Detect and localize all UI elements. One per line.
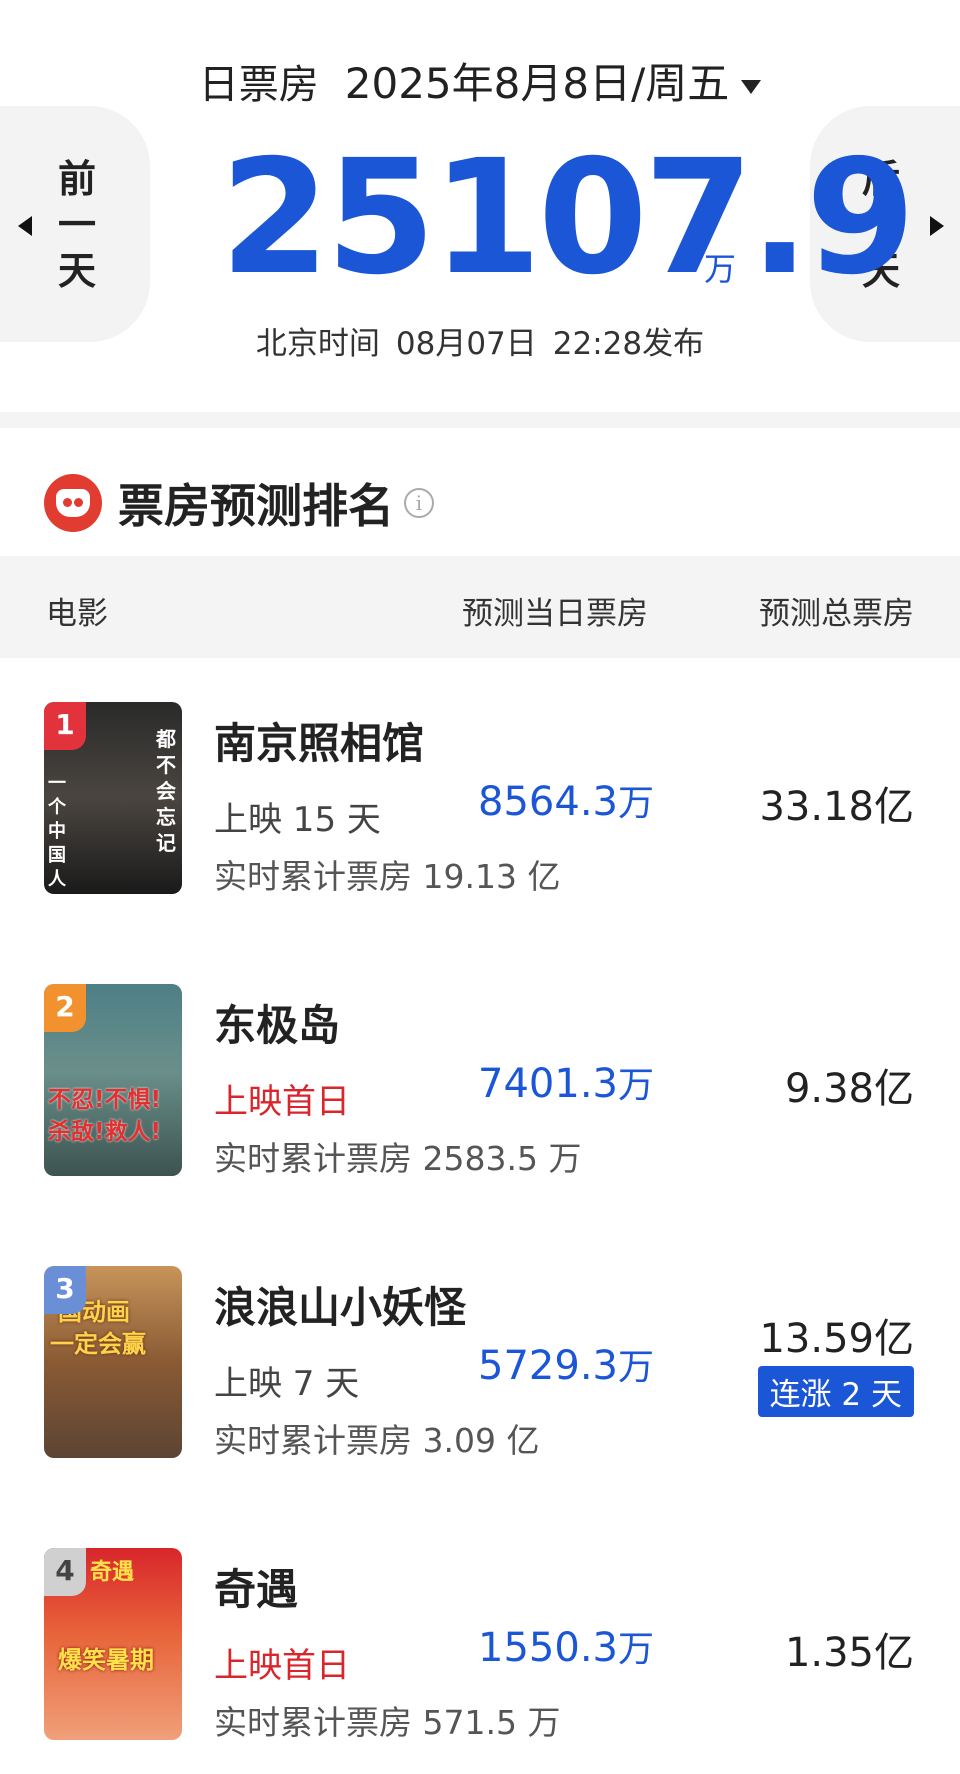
predicted-today: 7401.3万: [478, 1056, 654, 1108]
release-days: 上映 7 天: [214, 1364, 360, 1404]
rank-badge: 3: [44, 1266, 86, 1314]
cumulative-box-office: 实时累计票房 571.5 万: [214, 1703, 561, 1742]
movie-poster: 奇遇 爆笑暑期 4: [44, 1548, 182, 1740]
maoyan-cat-logo-icon: [44, 474, 102, 532]
col-today: 预测当日票房: [462, 596, 648, 632]
today-unit: 万: [617, 1065, 654, 1106]
predicted-today: 5729.3万: [478, 1338, 654, 1390]
movie-row[interactable]: 不忍!不惧! 杀敌!救人! 2 东极岛 上映首日 实时累计票房 2583.5 万…: [0, 984, 960, 1184]
publish-prefix: 北京时间: [255, 326, 380, 362]
prev-day-char: 前: [58, 157, 97, 201]
date-selector[interactable]: 日票房 2025年8月8日/周五: [0, 50, 960, 111]
today-unit: 万: [617, 1347, 654, 1388]
poster-text: 奇遇: [90, 1560, 135, 1585]
rank-badge: 2: [44, 984, 86, 1032]
poster-text: 不忍!不惧!: [48, 1087, 161, 1113]
date-value: 2025年8月8日/周五: [344, 59, 730, 108]
total-unit: 万: [704, 250, 737, 288]
publish-info: 北京时间 08月07日 22:28发布: [0, 318, 960, 363]
predicted-today: 8564.3万: [478, 774, 654, 826]
daily-box-office-label: 日票房: [198, 62, 319, 108]
publish-date: 08月07日: [395, 326, 537, 362]
today-unit: 万: [617, 783, 654, 824]
trend-badge: 连涨 2 天: [757, 1366, 914, 1417]
section-header: 票房预测排名 i: [44, 470, 434, 536]
publish-time: 22:28发布: [552, 326, 705, 362]
cumulative-box-office: 实时累计票房 19.13 亿: [214, 857, 561, 896]
movie-title: 浪浪山小妖怪: [214, 1283, 467, 1332]
col-total: 预测总票房: [759, 596, 914, 632]
rank-badge: 1: [44, 702, 86, 750]
section-divider: [0, 412, 960, 428]
predicted-total: 9.38亿: [784, 1066, 914, 1112]
table-header: 电影 预测当日票房 预测总票房: [0, 556, 960, 658]
prev-day-button[interactable]: 前 一 天: [0, 106, 150, 342]
poster-text: 一定会赢: [50, 1330, 146, 1358]
total-box-office: 25107.9: [220, 126, 916, 310]
info-icon[interactable]: i: [404, 488, 434, 518]
predicted-total: 33.18亿: [759, 784, 914, 830]
left-arrow-icon: [18, 216, 32, 236]
prev-day-char: 天: [58, 249, 97, 293]
movie-title: 南京照相馆: [214, 719, 425, 768]
prev-day-char: 一: [58, 203, 97, 247]
movie-row[interactable]: 都不会忘记 一个中国人 1 南京照相馆 上映 15 天 实时累计票房 19.13…: [0, 702, 960, 902]
cumulative-box-office: 实时累计票房 3.09 亿: [214, 1421, 540, 1460]
movie-poster: 不忍!不惧! 杀敌!救人! 2: [44, 984, 182, 1176]
movie-poster: 国动画 一定会赢 3: [44, 1266, 182, 1458]
today-unit: 万: [617, 1629, 654, 1670]
poster-text: 爆笑暑期: [58, 1646, 154, 1674]
predicted-total: 1.35亿: [784, 1630, 914, 1676]
movie-row[interactable]: 奇遇 爆笑暑期 4 奇遇 上映首日 实时累计票房 571.5 万 1550.3万…: [0, 1548, 960, 1748]
poster-text: 杀敌!救人!: [48, 1119, 161, 1145]
predicted-today: 1550.3万: [478, 1620, 654, 1672]
poster-text: 都不会忘记: [156, 727, 176, 855]
predicted-total: 13.59亿: [759, 1316, 914, 1362]
movie-row[interactable]: 国动画 一定会赢 3 浪浪山小妖怪 上映 7 天 实时累计票房 3.09 亿 5…: [0, 1266, 960, 1466]
right-arrow-icon: [930, 216, 944, 236]
poster-text: 一个中国人: [48, 773, 66, 890]
movie-poster: 都不会忘记 一个中国人 1: [44, 702, 182, 894]
release-days: 上映首日: [214, 1082, 350, 1122]
dropdown-caret-icon: [741, 80, 762, 94]
today-value: 1550.3: [478, 1625, 618, 1671]
release-days: 上映首日: [214, 1646, 350, 1686]
movie-title: 东极岛: [214, 1001, 341, 1050]
today-value: 5729.3: [478, 1343, 618, 1389]
today-value: 7401.3: [478, 1061, 618, 1107]
today-value: 8564.3: [478, 779, 618, 825]
release-days: 上映 15 天: [214, 800, 381, 840]
col-movie: 电影: [46, 596, 108, 632]
cumulative-box-office: 实时累计票房 2583.5 万: [214, 1139, 582, 1178]
movie-title: 奇遇: [214, 1565, 299, 1614]
rank-badge: 4: [44, 1548, 86, 1596]
section-title: 票房预测排名: [118, 479, 394, 533]
